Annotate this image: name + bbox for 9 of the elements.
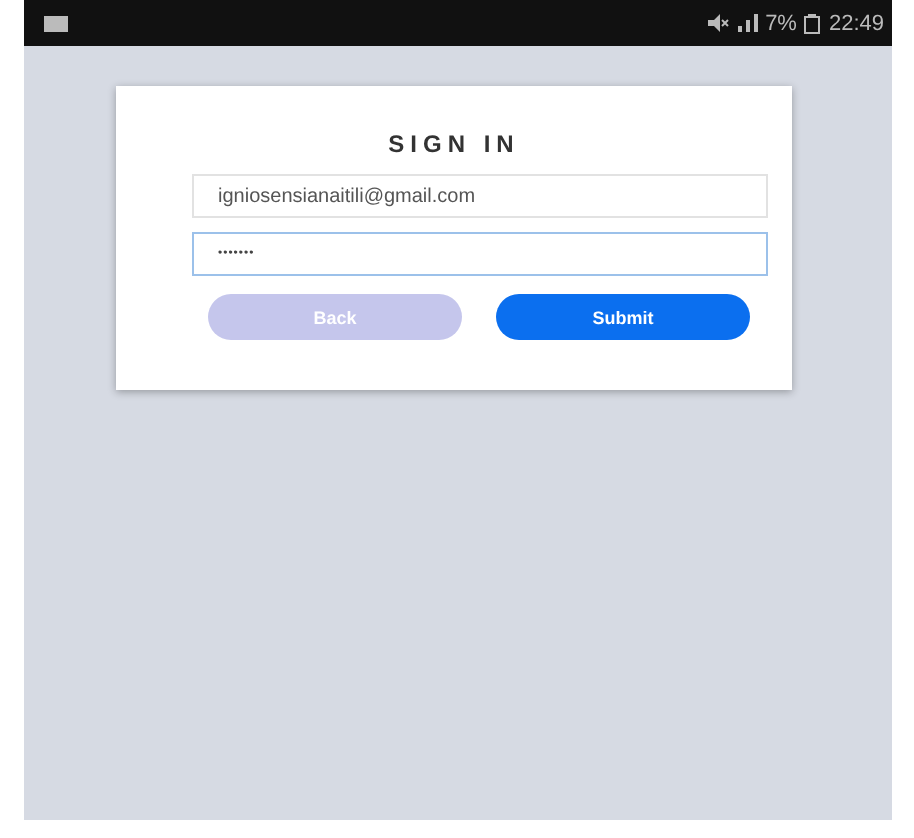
battery-icon	[804, 13, 821, 33]
message-icon	[44, 15, 68, 31]
battery-percent: 7%	[765, 11, 797, 35]
submit-button[interactable]: Submit	[496, 294, 750, 340]
mute-icon	[705, 14, 730, 32]
clock: 22:49	[828, 11, 884, 35]
email-field[interactable]: igniosensianaitili@gmail.com	[192, 174, 768, 218]
sign-in-title: SIGN IN	[386, 130, 522, 158]
signal-icon	[737, 14, 758, 32]
